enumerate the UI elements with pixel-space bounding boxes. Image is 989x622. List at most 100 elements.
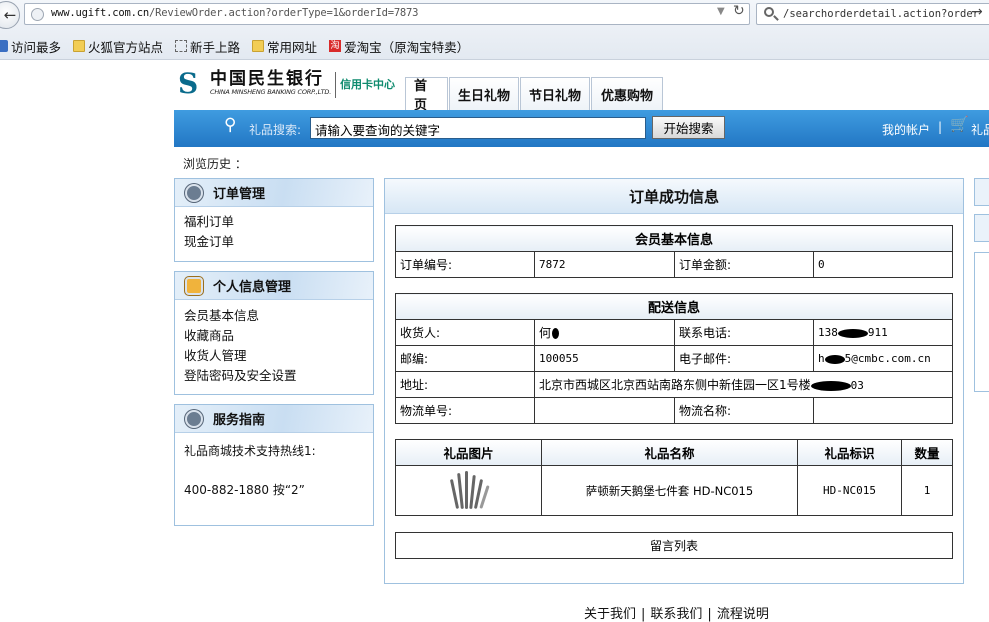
logistics-no-label: 物流单号: [395, 397, 535, 424]
back-arrow-icon[interactable]: ← [0, 1, 20, 29]
table-row: 收货人: 何 联系电话: 138 911 [395, 319, 953, 346]
order-no-value: 7872 [534, 251, 675, 278]
panel-title: 服务指南 [213, 413, 266, 428]
taobao-icon: 淘 [329, 40, 342, 52]
column-header: 礼品图片 [395, 439, 542, 466]
cart-icon[interactable]: 🛒 [950, 115, 969, 133]
gift-quantity: 1 [901, 465, 953, 516]
gift-search-bar: ⚲ 礼品搜索: 请输入要查询的关键字 开始搜索 我的帐户 | 🛒 礼品 [174, 110, 989, 147]
url-text: www.ugift.com.cn/ReviewOrder.action?orde… [51, 7, 419, 19]
hotline-number: 400-882-1880 按“2” [184, 483, 305, 497]
bookmark-aitaobao[interactable]: 淘爱淘宝（原淘宝特卖） [329, 37, 469, 56]
table-row: 订单编号: 7872 订单金额: 0 [395, 251, 953, 278]
bank-logo[interactable]: S 中国民生银行 CHINA MINSHENG BANKING CORP.,LT… [176, 70, 395, 100]
receiver-value: 何 [534, 319, 675, 346]
wrench-icon: ⚲ [224, 115, 237, 135]
service-guide-panel: 服务指南 礼品商城技术支持热线1: 400-882-1880 按“2” [174, 404, 374, 526]
process-link[interactable]: 流程说明 [717, 607, 769, 622]
column-header: 数量 [901, 439, 953, 466]
personal-info-panel: 个人信息管理 会员基本信息 收藏商品 收货人管理 登陆密码及安全设置 [174, 271, 374, 395]
browser-search-text: /searchorderdetail.action?order [783, 8, 979, 20]
right-panel-peek [974, 252, 989, 392]
cart-link[interactable]: 礼品 [971, 121, 989, 138]
bookmark-common-sites[interactable]: 常用网址 [252, 37, 317, 56]
table-row: 邮编: 100055 电子邮件: h 5@cmbc.com.cn [395, 345, 953, 372]
contact-us-link[interactable]: 联系我们 [650, 607, 702, 622]
logo-subtitle: 信用卡中心 [340, 78, 396, 91]
gift-code: HD-NC015 [797, 465, 902, 516]
table-row: 地址: 北京市西城区北京西站南路东侧中新佳园一区1号楼 03 [395, 371, 953, 398]
bookmark-firefox[interactable]: 火狐官方站点 [73, 37, 163, 56]
bookmark-icon [0, 40, 8, 52]
gift-search-label: 礼品搜索: [249, 123, 302, 137]
address-bar[interactable]: www.ugift.com.cn/ReviewOrder.action?orde… [24, 3, 750, 25]
logistics-name-label: 物流名称: [674, 397, 814, 424]
member-info-link[interactable]: 会员基本信息 [184, 306, 373, 326]
about-us-link[interactable]: 关于我们 [584, 607, 636, 622]
order-management-panel: 订单管理 福利订单 现金订单 [174, 178, 374, 262]
message-list-link[interactable]: 留言列表 [395, 532, 953, 559]
cash-orders-link[interactable]: 现金订单 [184, 232, 373, 252]
logo-mark-icon: S [178, 67, 199, 100]
go-arrow-icon[interactable]: → [971, 4, 983, 20]
email-label: 电子邮件: [674, 345, 814, 372]
email-value: h 5@cmbc.com.cn [813, 345, 953, 372]
user-icon [185, 276, 203, 295]
my-account-link[interactable]: 我的帐户 [882, 121, 930, 138]
amount-label: 订单金额: [674, 251, 814, 278]
bookmarks-bar: 访问最多 火狐官方站点 新手上路 常用网址 淘爱淘宝（原淘宝特卖） [0, 34, 481, 58]
tab-discount[interactable]: 优惠购物 [591, 77, 663, 110]
service-icon [185, 409, 203, 428]
logo-divider [335, 72, 337, 98]
separator: | [938, 120, 943, 134]
logo-en: CHINA MINSHENG BANKING CORP.,LTD. [210, 88, 332, 96]
bookmark-most-visited[interactable]: 访问最多 [0, 37, 61, 56]
amount-value: 0 [813, 251, 953, 278]
tab-holiday[interactable]: 节日礼物 [520, 77, 590, 110]
tab-birthday[interactable]: 生日礼物 [449, 77, 519, 110]
password-security-link[interactable]: 登陆密码及安全设置 [184, 366, 373, 386]
search-icon [764, 7, 774, 17]
member-info-table: 会员基本信息 订单编号: 7872 订单金额: 0 [395, 225, 953, 278]
column-header: 礼品名称 [541, 439, 798, 466]
logo-cn: 中国民生银行 [210, 69, 324, 89]
folder-icon [252, 40, 265, 52]
bookmark-getting-started[interactable]: 新手上路 [175, 37, 240, 56]
table-title: 会员基本信息 [395, 225, 953, 252]
reload-icon[interactable]: ↻ [733, 3, 745, 19]
phone-label: 联系电话: [674, 319, 814, 346]
globe-icon [31, 8, 44, 21]
browse-history: 浏览历史 ： [183, 157, 247, 171]
address-value: 北京市西城区北京西站南路东侧中新佳园一区1号楼 03 [534, 371, 953, 398]
gift-table: 礼品图片 礼品名称 礼品标识 数量 萨顿新天鹅堡七件套 HD-NC015 HD-… [395, 439, 953, 516]
panel-title: 个人信息管理 [213, 280, 292, 295]
start-search-button[interactable]: 开始搜索 [652, 116, 725, 139]
receiver-label: 收货人: [395, 319, 535, 346]
favorites-link[interactable]: 收藏商品 [184, 326, 373, 346]
table-header-row: 礼品图片 礼品名称 礼品标识 数量 [395, 439, 953, 466]
table-title: 配送信息 [395, 293, 953, 320]
dropdown-icon[interactable]: ▼ [717, 6, 725, 17]
browser-toolbar: ← www.ugift.com.cn/ReviewOrder.action?or… [0, 0, 989, 60]
tab-home[interactable]: 首页 [405, 77, 448, 113]
welfare-orders-link[interactable]: 福利订单 [184, 212, 373, 232]
footer-links: 关于我们 | 联系我们 | 流程说明 [584, 607, 769, 622]
logistics-name-value [813, 397, 953, 424]
gift-name[interactable]: 萨顿新天鹅堡七件套 HD-NC015 [541, 465, 798, 516]
phone-value: 138 911 [813, 319, 953, 346]
gift-image[interactable] [395, 465, 542, 516]
panel-title: 订单管理 [213, 187, 266, 202]
browser-search-input[interactable]: /searchorderdetail.action?order → [756, 3, 989, 25]
folder-icon [73, 40, 86, 52]
knife-set-icon [447, 470, 491, 511]
column-header: 礼品标识 [797, 439, 902, 466]
page-icon [175, 40, 188, 52]
message-list-table: 留言列表 [395, 532, 953, 559]
receiver-management-link[interactable]: 收货人管理 [184, 346, 373, 366]
logistics-no-value [534, 397, 675, 424]
order-no-label: 订单编号: [395, 251, 535, 278]
gift-search-input[interactable]: 请输入要查询的关键字 [310, 117, 646, 139]
settings-icon [185, 183, 203, 202]
main-nav: 首页 生日礼物 节日礼物 优惠购物 [405, 76, 664, 113]
zip-label: 邮编: [395, 345, 535, 372]
